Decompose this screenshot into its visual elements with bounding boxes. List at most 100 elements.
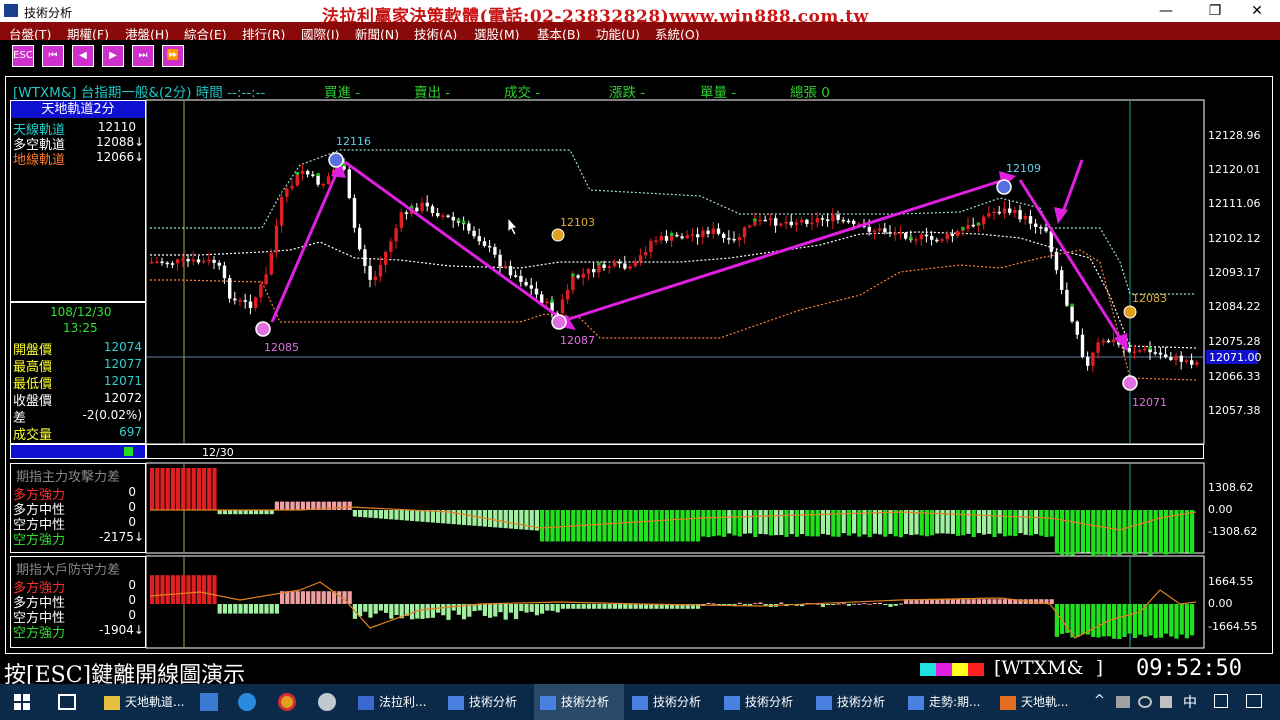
indicator-bar — [508, 510, 513, 529]
indicator-bar — [170, 468, 175, 510]
notification-icon[interactable] — [1246, 694, 1262, 708]
indicator-bar — [1143, 604, 1148, 637]
candle-body — [883, 228, 887, 233]
indicator-bar — [1101, 510, 1106, 555]
candle-body — [368, 265, 372, 280]
taskbar-item[interactable]: 技術分析 — [632, 684, 701, 720]
annotation-label: 12083 — [1132, 292, 1167, 305]
candle-body — [846, 220, 851, 223]
indicator-bar — [389, 510, 394, 520]
indicator-bar — [1112, 510, 1117, 555]
taskbar-item[interactable]: 法拉利... — [358, 684, 426, 720]
tray-expand-icon[interactable]: ^ — [1094, 693, 1105, 708]
indicator-bar — [982, 599, 987, 604]
candle-body — [1002, 208, 1007, 214]
candle-body — [1044, 227, 1048, 232]
indicator-bar — [332, 501, 337, 510]
indicator-bar — [992, 599, 997, 604]
indicator-bar — [836, 603, 841, 605]
indicator-bar — [430, 510, 435, 523]
candle-body — [748, 225, 752, 228]
candle-body — [794, 222, 799, 226]
indicator-bar — [800, 510, 805, 535]
candle-body — [446, 215, 450, 217]
indicator-bar — [623, 604, 628, 609]
ime-indicator[interactable]: 中 — [1183, 692, 1197, 712]
candle-body — [545, 301, 549, 304]
indicator-bar — [176, 575, 181, 604]
indicator-bar — [1054, 604, 1059, 637]
candle-body — [971, 224, 975, 227]
candle-body — [1153, 352, 1157, 354]
indicator-bar — [722, 510, 727, 537]
taskbar-item[interactable]: 天地軌道... — [104, 684, 184, 720]
indicator-bar — [259, 604, 264, 614]
candle-body — [659, 235, 663, 241]
candle-body — [212, 259, 216, 263]
indicator-bar — [404, 510, 409, 521]
pinned-app-icon[interactable] — [318, 693, 336, 711]
main-y-axis: 12128.96 12120.01 12111.06 12102.12 1209… — [1208, 129, 1261, 417]
sub2-bars — [149, 575, 1197, 640]
indicator-bar — [384, 604, 389, 613]
volume-icon[interactable] — [1160, 696, 1172, 708]
indicator-bar — [300, 501, 305, 510]
indicator-bar — [441, 604, 446, 616]
task-view-icon[interactable] — [58, 694, 76, 710]
taskbar-item[interactable]: 技術分析 — [448, 684, 517, 720]
indicator-bar — [997, 599, 1002, 604]
candle-body — [997, 211, 1001, 214]
indicator-bar — [264, 510, 269, 515]
indicator-bar — [1039, 510, 1044, 536]
network-icon[interactable] — [1138, 696, 1152, 708]
indicator-bar — [508, 604, 513, 613]
taskbar-item-active[interactable]: 技術分析 — [540, 684, 609, 720]
candle-body — [170, 263, 175, 265]
indicator-bar — [628, 510, 633, 542]
battery-icon[interactable] — [1116, 696, 1130, 708]
indicator-bar — [274, 604, 279, 614]
candle-body — [722, 233, 726, 239]
taskbar-item[interactable]: 技術分析 — [724, 684, 793, 720]
candle-body — [992, 211, 996, 214]
candle-body — [503, 265, 507, 268]
candle-body — [1190, 360, 1194, 365]
indicator-bar — [519, 604, 524, 612]
candle-body — [597, 264, 601, 273]
windows-start-icon[interactable] — [14, 694, 30, 710]
candle-body — [836, 214, 840, 220]
candle-body — [976, 222, 981, 226]
indicator-bar — [378, 604, 383, 611]
indicator-bar — [1184, 604, 1189, 639]
indicator-bar — [1127, 604, 1132, 634]
indicator-bar — [378, 510, 383, 519]
taskbar-item[interactable]: 天地軌... — [1000, 684, 1068, 720]
keyboard-icon[interactable] — [1214, 694, 1228, 708]
candle-body — [612, 261, 617, 267]
chart-canvas[interactable]: 12116 12085 12103 12087 12109 12083 1207… — [0, 0, 1280, 656]
candle-body — [711, 228, 715, 234]
indicator-bar — [862, 603, 867, 605]
indicator-bar — [1174, 510, 1179, 554]
indicator-bar — [228, 510, 233, 515]
main-chart-border — [145, 99, 1205, 445]
y-tick: 12128.96 — [1208, 129, 1261, 142]
ie-icon[interactable] — [238, 693, 256, 711]
indicator-bar — [826, 604, 831, 605]
indicator-bar — [935, 599, 940, 604]
indicator-bar — [420, 604, 425, 619]
indicator-bar — [410, 510, 415, 521]
indicator-bar — [566, 604, 571, 609]
indicator-bar — [607, 604, 612, 609]
taskbar-item[interactable]: 走勢:期... — [908, 684, 981, 720]
indicator-bar — [820, 604, 825, 607]
indicator-bar — [1127, 510, 1132, 554]
indicator-bar — [368, 510, 373, 518]
taskbar-item[interactable]: 技術分析 — [816, 684, 885, 720]
indicator-bar — [550, 510, 555, 542]
indicator-bar — [1153, 510, 1158, 553]
indicator-bar — [898, 510, 903, 538]
candle-body — [1096, 342, 1100, 353]
chrome-icon[interactable] — [278, 693, 296, 711]
pinned-app-icon[interactable] — [200, 693, 218, 711]
